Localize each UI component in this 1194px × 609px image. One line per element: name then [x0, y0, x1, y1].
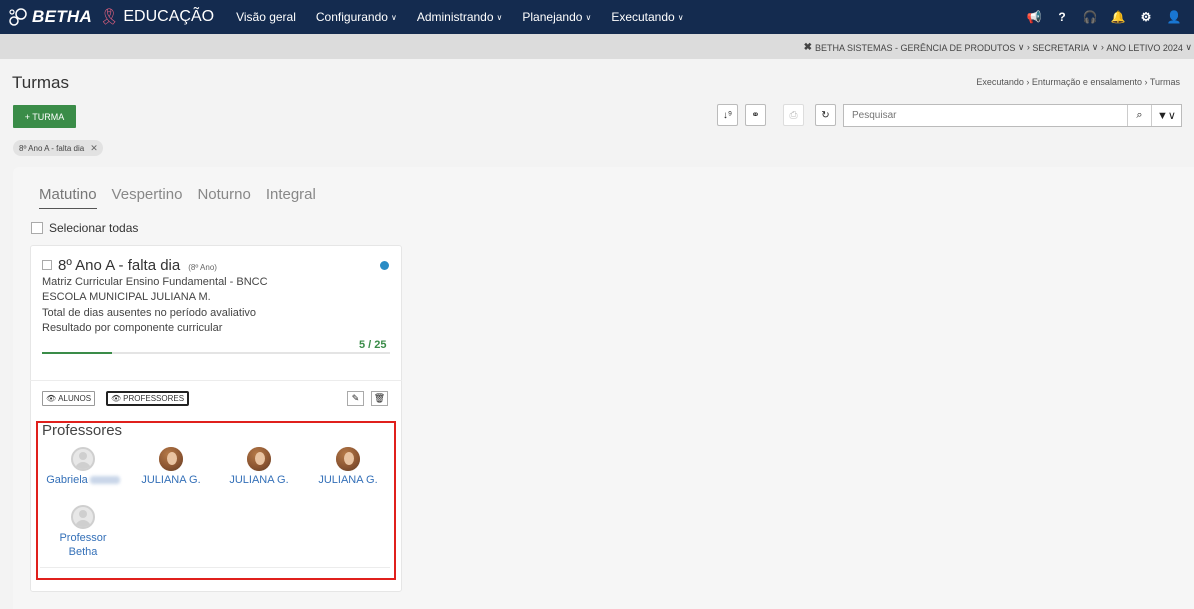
avatar [159, 447, 183, 471]
edit-button[interactable]: ✎ [347, 391, 364, 406]
trash-icon: 🗑 [373, 393, 386, 403]
turma-checkbox[interactable] [42, 260, 52, 270]
megaphone-icon[interactable]: 📢 [1020, 10, 1048, 24]
select-all-label: Selecionar todas [49, 221, 139, 235]
shift-tabs: Matutino Vespertino Noturno Integral [39, 186, 331, 209]
turma-grade: (8º Ano) [188, 263, 217, 272]
redacted-text [89, 476, 120, 485]
select-all-checkbox[interactable] [31, 222, 43, 234]
professor-name: Gabriela [46, 474, 88, 486]
menu-item-planejando[interactable]: Planejando ∨ [522, 10, 591, 24]
page-title: Turmas [12, 73, 69, 92]
eye-icon: 👁 [111, 394, 122, 403]
context-entity[interactable]: BETHA SISTEMAS - GERÊNCIA DE PRODUTOS [815, 43, 1015, 53]
betha-logo-icon [9, 8, 27, 26]
brand-name: BETHA [32, 7, 93, 26]
search-icon[interactable]: ⌕ [1127, 105, 1151, 126]
close-icon[interactable]: ✕ [90, 143, 98, 154]
print-button[interactable]: ⎙ [783, 104, 804, 126]
menu-item-configurando[interactable]: Configurando ∨ [316, 10, 397, 24]
menu-item-visao-geral[interactable]: Visão geral [236, 10, 296, 24]
avatar [247, 447, 271, 471]
refresh-icon: ↻ [821, 109, 830, 121]
add-turma-button[interactable]: + TURMA [13, 105, 76, 128]
avatar [71, 447, 95, 471]
professor-name: JULIANA G. [141, 474, 201, 486]
turma-matriz: Matriz Curricular Ensino Fundamental - B… [42, 276, 268, 288]
top-navbar: BETHA 🎗 EDUCAÇÃO Visão geral Configurand… [0, 0, 1194, 34]
divider [30, 380, 402, 381]
delete-button[interactable]: 🗑 [371, 391, 388, 406]
turma-escola: ESCOLA MUNICIPAL JULIANA M. [42, 291, 211, 303]
tab-vespertino[interactable]: Vespertino [112, 186, 183, 209]
search-box: ⌕ ▼∨ [843, 104, 1182, 127]
context-selector[interactable]: ✖ BETHA SISTEMAS - GERÊNCIA DE PRODUTOS … [804, 42, 1192, 53]
user-icon[interactable]: 👤 [1160, 10, 1188, 24]
professor-name: Professor Betha [59, 532, 107, 558]
capacity-progress-fill [42, 352, 112, 354]
turma-resultado: Resultado por componente curricular [42, 322, 223, 334]
header-actions: 📢 ? 🎧 🔔 ⚙ 👤 [1020, 0, 1188, 34]
professor-item[interactable]: Professor Betha [40, 505, 126, 559]
professores-title: Professores [42, 422, 123, 439]
tab-matutino[interactable]: Matutino [39, 186, 97, 209]
avatar [71, 505, 95, 529]
professores-button[interactable]: 👁 PROFESSORES [106, 391, 190, 406]
chevron-down-icon: ∨ [677, 12, 684, 22]
breadcrumb-item[interactable]: Enturmação e ensalamento [1032, 77, 1142, 87]
breadcrumb-item[interactable]: Executando [976, 77, 1024, 87]
divider [40, 567, 390, 568]
alunos-button[interactable]: 👁 ALUNOS [42, 391, 96, 406]
filter-icon[interactable]: ▼∨ [1151, 105, 1181, 126]
capacity-progress-bar [42, 352, 390, 354]
settings-icon[interactable]: ⚙ [1132, 10, 1160, 24]
headset-icon[interactable]: 🎧 [1076, 10, 1104, 24]
chevron-down-icon: ∨ [390, 12, 397, 22]
tab-integral[interactable]: Integral [266, 186, 316, 209]
status-dot [380, 261, 389, 270]
context-year[interactable]: ANO LETIVO 2024 [1106, 43, 1183, 53]
print-icon: ⎙ [789, 109, 798, 121]
context-level[interactable]: SECRETARIA [1032, 43, 1089, 53]
chevron-down-icon: ∨ [496, 12, 503, 22]
ribbon-icon: 🎗 [99, 9, 120, 26]
chevron-down-icon: ∨ [585, 12, 592, 22]
tab-noturno[interactable]: Noturno [197, 186, 250, 209]
turma-card-title: 8º Ano A - falta dia (8º Ano) [42, 257, 217, 274]
avatar [336, 447, 360, 471]
professor-name: JULIANA G. [318, 474, 378, 486]
menu-item-executando[interactable]: Executando ∨ [611, 10, 683, 24]
sort-button[interactable]: ↓⁹ [717, 104, 738, 126]
turma-frequencia: Total de dias ausentes no período avalia… [42, 307, 257, 319]
sort-icon: ↓⁹ [722, 109, 733, 121]
link-button[interactable]: ⚭ [745, 104, 766, 126]
product-name: EDUCAÇÃO [123, 8, 215, 25]
eye-icon: 👁 [46, 394, 57, 403]
bell-icon[interactable]: 🔔 [1104, 10, 1132, 24]
turma-name: 8º Ano A - falta dia [58, 257, 181, 274]
refresh-button[interactable]: ↻ [815, 104, 836, 126]
link-icon: ⚭ [751, 109, 760, 121]
professor-name: JULIANA G. [229, 474, 289, 486]
breadcrumb-item: Turmas [1149, 77, 1180, 87]
tools-icon: ✖ [803, 42, 812, 53]
professor-item[interactable]: JULIANA G. [216, 447, 302, 487]
app-logo[interactable]: BETHA 🎗 EDUCAÇÃO [8, 7, 214, 27]
filter-chip: 8º Ano A - falta dia ✕ [13, 140, 103, 156]
pencil-icon: ✎ [351, 393, 360, 403]
professor-item[interactable]: JULIANA G. [128, 447, 214, 487]
help-icon[interactable]: ? [1048, 10, 1076, 24]
professor-item[interactable]: JULIANA G. [305, 447, 391, 487]
main-menu: Visão geral Configurando ∨ Administrando ∨… [226, 10, 694, 24]
filter-chip-label: 8º Ano A - falta dia [19, 143, 85, 153]
menu-item-administrando[interactable]: Administrando ∨ [417, 10, 503, 24]
search-input[interactable] [844, 105, 1127, 126]
student-count: 5 / 25 [359, 339, 387, 351]
context-bar: ✖ BETHA SISTEMAS - GERÊNCIA DE PRODUTOS … [0, 34, 1194, 59]
breadcrumb: Executando › Enturmação e ensalamento › … [976, 77, 1180, 87]
professor-item[interactable]: Gabriela [40, 447, 126, 487]
select-all[interactable]: Selecionar todas [31, 221, 138, 235]
